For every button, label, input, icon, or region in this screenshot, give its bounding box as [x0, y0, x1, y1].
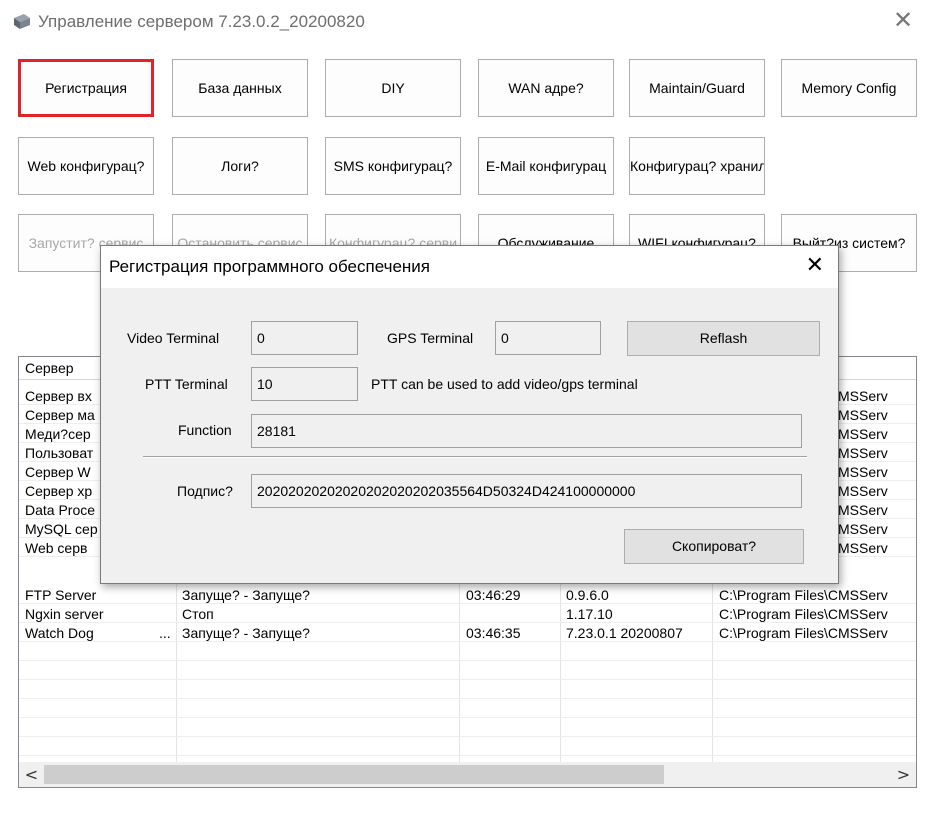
server-app-icon	[14, 14, 30, 29]
video-terminal-label: Video Terminal	[127, 330, 220, 346]
diy-button[interactable]: DIY	[325, 59, 461, 117]
logs-button[interactable]: Логи?	[172, 137, 308, 195]
table-row	[19, 738, 916, 756]
cell-name: Ngxin server	[25, 606, 104, 622]
cell-status: Запуще? - Запуще?	[182, 587, 310, 603]
ptt-terminal-label: PTT Terminal	[145, 376, 228, 392]
table-row	[19, 643, 916, 661]
table-row[interactable]: Ngxin server Стоп 1.17.10 C:\Program Files\…	[19, 605, 916, 623]
scrollbar-thumb[interactable]	[44, 765, 664, 784]
cell-version: 0.9.6.0	[566, 587, 609, 603]
table-row	[19, 662, 916, 680]
database-button[interactable]: База данных	[172, 59, 308, 117]
storage-config-button[interactable]: Конфигурац? хранили	[629, 137, 765, 195]
signature-label: Подпис?	[177, 483, 233, 499]
cell-name: FTP Server	[25, 587, 97, 603]
ptt-note: PTT can be used to add video/gps termina…	[371, 376, 638, 392]
email-config-button[interactable]: E-Mail конфигурац	[478, 137, 614, 195]
cell-status: Запуще? - Запуще?	[182, 625, 310, 641]
table-row	[19, 719, 916, 737]
maintain-guard-button[interactable]: Maintain/Guard	[629, 59, 765, 117]
cell-time: 03:46:29	[466, 587, 521, 603]
sms-config-button[interactable]: SMS конфигурац?	[325, 137, 461, 195]
scroll-right-icon[interactable]: >	[891, 762, 916, 787]
memory-config-button[interactable]: Memory Config	[781, 59, 917, 117]
function-field[interactable]: 28181	[251, 414, 802, 448]
cell-status: Стоп	[182, 606, 214, 622]
ptt-terminal-field[interactable]: 10	[251, 367, 358, 401]
gps-terminal-field[interactable]: 0	[495, 321, 601, 355]
dialog-title: Регистрация программного обеспечения	[109, 257, 430, 276]
cell-time: 03:46:35	[466, 625, 521, 641]
web-config-button[interactable]: Web конфигурац?	[18, 137, 154, 195]
table-row	[19, 681, 916, 699]
table-row[interactable]: Watch Dog... Запуще? - Запуще? 03:46:35 7.2…	[19, 624, 916, 642]
horizontal-scrollbar[interactable]: < >	[19, 762, 916, 787]
cell-name: Watch Dog	[25, 625, 94, 641]
close-icon[interactable]: ✕	[889, 6, 917, 34]
gps-terminal-label: GPS Terminal	[387, 330, 474, 346]
registration-dialog: Регистрация программного обеспечения ✕ V…	[100, 245, 839, 584]
dialog-titlebar: Регистрация программного обеспечения ✕	[101, 246, 838, 288]
table-row[interactable]: FTP Server Запуще? - Запуще? 03:46:29 0.9.6…	[19, 586, 916, 604]
table-row	[19, 700, 916, 718]
dialog-close-icon[interactable]: ✕	[806, 252, 824, 280]
cell-path: C:\Program Files\CMSServ	[719, 587, 888, 603]
signature-field[interactable]: 20202020202020202020202035564D50324D4241…	[251, 474, 802, 508]
window-title: Управление сервером 7.23.0.2_20200820	[38, 12, 365, 31]
wan-address-button[interactable]: WAN адре?	[478, 59, 614, 117]
cell-path: C:\Program Files\CMSServ	[719, 606, 888, 622]
column-header-server[interactable]: Сервер	[25, 360, 74, 376]
function-label: Function	[178, 422, 232, 438]
registration-button[interactable]: Регистрация	[18, 59, 154, 117]
scroll-left-icon[interactable]: <	[19, 762, 44, 787]
cell-ellipsis: ...	[159, 625, 171, 641]
cell-path: C:\Program Files\CMSServ	[719, 625, 888, 641]
copy-button[interactable]: Скопироват?	[624, 529, 804, 564]
cell-version: 7.23.0.1 20200807	[566, 625, 683, 641]
dialog-separator	[143, 456, 807, 458]
window-titlebar: Управление сервером 7.23.0.2_20200820 ✕	[0, 0, 931, 44]
reflash-button[interactable]: Reflash	[627, 321, 820, 356]
video-terminal-field[interactable]: 0	[251, 321, 358, 355]
cell-version: 1.17.10	[566, 606, 613, 622]
